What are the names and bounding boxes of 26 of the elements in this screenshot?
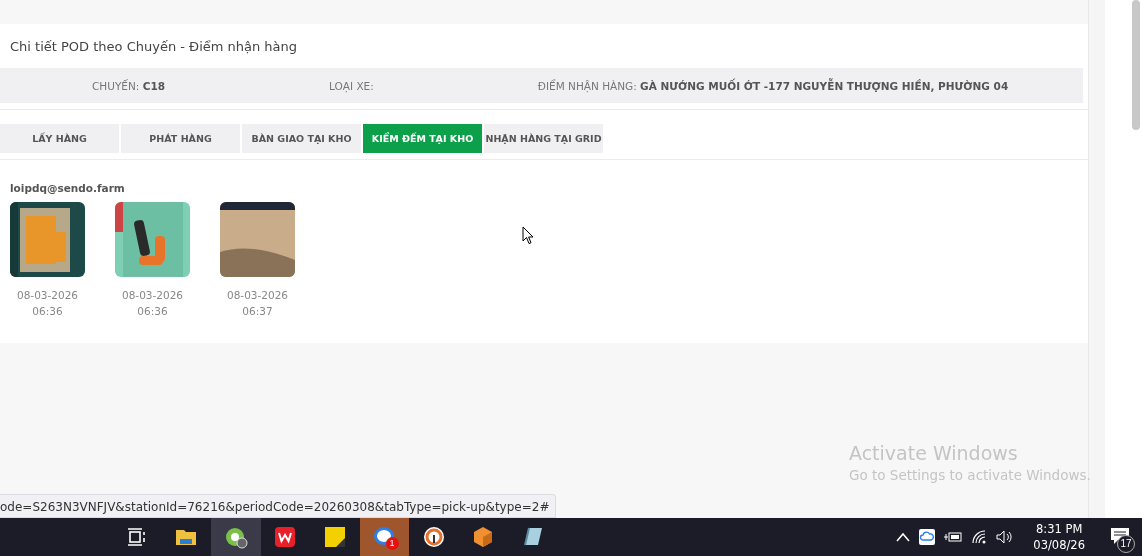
- wifi-icon[interactable]: [971, 530, 988, 544]
- info-field: LOẠI XE:: [329, 79, 374, 92]
- photo-timestamp: 08-03-2026 06:37: [226, 288, 289, 319]
- battery-icon[interactable]: [944, 531, 963, 543]
- user-email: loipdq@sendo.farm: [9, 181, 126, 196]
- caret-up-icon[interactable]: [896, 532, 911, 542]
- tab[interactable]: BÀN GIAO TẠI KHO: [242, 124, 361, 153]
- notification-count: 17: [1117, 535, 1135, 553]
- scrollbar-thumb[interactable]: [1132, 0, 1140, 130]
- chat-app-icon[interactable]: 1: [359, 518, 409, 556]
- status-url: ode=S263N3VNFJV&stationId=76216&periodCode=20260308&tabType=pick-up&type=2#: [0, 494, 557, 518]
- cloud-icon[interactable]: [919, 529, 936, 545]
- volume-icon[interactable]: [996, 530, 1015, 544]
- info-field: ĐIỂM NHẬN HÀNG: GÀ NƯỚNG MUỐI ỚT -177 NGUYỄN THƯỢNG HIỀN, PHƯỜNG 04: [537, 79, 1009, 92]
- notification-center-button[interactable]: 17: [1104, 521, 1136, 553]
- photo-timestamp: 08-03-2026 06:36: [16, 288, 79, 319]
- tab[interactable]: PHÁT HÀNG: [121, 124, 240, 153]
- clock[interactable]: 8:31 PM 03/08/26: [1023, 521, 1095, 553]
- info-field: CHUYẾN: C18: [92, 79, 166, 92]
- tab[interactable]: NHẬN HÀNG TẠI GRID: [484, 124, 603, 153]
- tab[interactable]: KIỂM ĐẾM TẠI KHO: [363, 124, 482, 153]
- tab[interactable]: LẤY HÀNG: [0, 124, 119, 153]
- disc-app-icon[interactable]: [211, 518, 261, 556]
- card-title: Chi tiết POD theo Chuyến - Điểm nhận hàng: [9, 38, 299, 56]
- photo-timestamp: 08-03-2026 06:36: [121, 288, 184, 319]
- mouse-cursor-icon: [522, 226, 534, 245]
